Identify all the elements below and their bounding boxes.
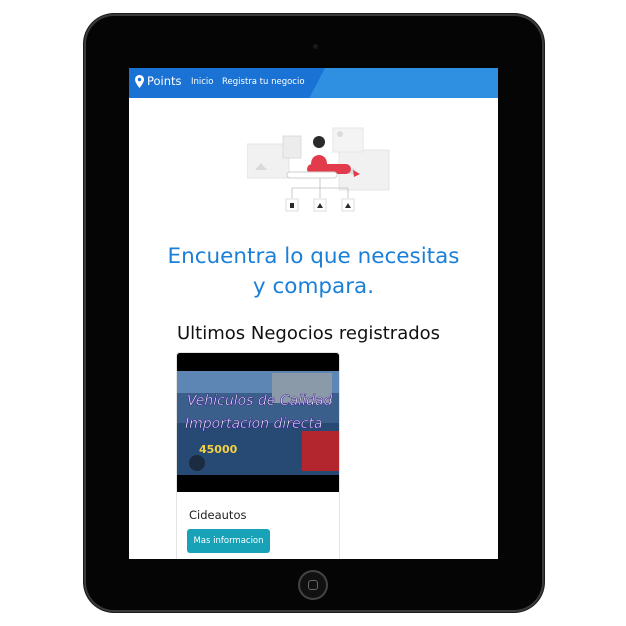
headline: Encuentra lo que necesitas y compara.: [129, 242, 498, 302]
location-pin-icon: [135, 74, 144, 88]
nav-link-registra[interactable]: Registra tu negocio: [222, 77, 305, 87]
home-button[interactable]: [298, 570, 328, 600]
brand-label: Points: [147, 74, 182, 88]
headline-line-2: y compara.: [252, 274, 375, 299]
nav-link-inicio[interactable]: Inicio: [191, 77, 214, 87]
image-price: 45000: [199, 443, 238, 456]
navbar: Points Inicio Registra tu negocio: [129, 68, 498, 98]
business-image[interactable]: Vehiculos de Calidad Importacion directa…: [177, 353, 339, 492]
headline-line-1: Encuentra lo que necesitas: [167, 244, 460, 269]
brand[interactable]: Points: [135, 74, 182, 88]
section-title: Ultimos Negocios registrados: [177, 323, 441, 344]
business-card[interactable]: Vehiculos de Calidad Importacion directa…: [176, 352, 340, 559]
front-camera: [313, 44, 318, 49]
image-text-line-2: Importacion directa: [185, 416, 322, 432]
business-title[interactable]: Cideautos: [189, 508, 246, 522]
more-info-button[interactable]: Mas informacion: [187, 529, 270, 553]
image-text-line-1: Vehiculos de Calidad: [187, 393, 332, 409]
screen: Points Inicio Registra tu negocio Encuen…: [129, 68, 498, 559]
hero-illustration: [247, 127, 390, 212]
